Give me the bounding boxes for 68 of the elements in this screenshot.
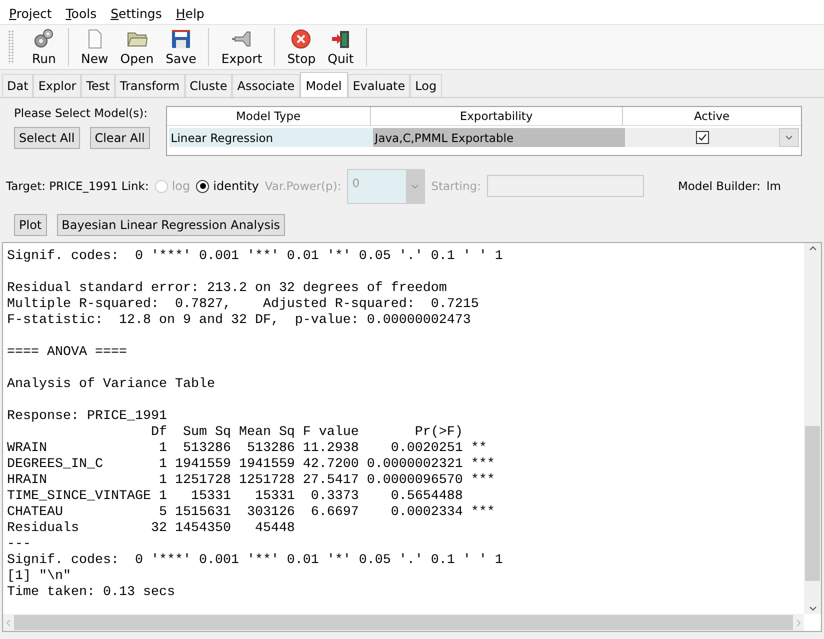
- tab[interactable]: Associate: [232, 74, 300, 97]
- starting-label: Starting:: [431, 179, 481, 193]
- tab[interactable]: Explor: [33, 74, 82, 97]
- output-line: TIME_SINCE_VINTAGE 1 15331 15331 0.3373 0.5654488: [7, 489, 464, 505]
- output-line: Df Sum Sq Mean Sq F value Pr(>F): [150, 425, 464, 441]
- output-line: WRAIN 1 513286 513286 11.2938 0.0020251 **: [7, 441, 488, 457]
- toolbar-button[interactable]: Export: [217, 28, 266, 66]
- output-line: Signif. codes: 0 '***' 0.001 '**' 0.01 '*' 0.05 '.' 0.1 ' ' 1: [7, 249, 504, 265]
- toolbar-button[interactable]: Stop: [283, 28, 320, 66]
- chevron-down-icon: [784, 135, 793, 140]
- tab[interactable]: Evaluate: [348, 74, 410, 97]
- select-button[interactable]: Select All: [14, 127, 80, 149]
- gears-icon: [32, 28, 55, 50]
- exit-door-icon: [330, 28, 352, 50]
- menu-item[interactable]: Project: [4, 6, 57, 21]
- output-line: Residual standard error: 213.2 on 32 degrees of freedom: [7, 281, 448, 297]
- active-checkbox[interactable]: [696, 131, 710, 144]
- output-line: DEGREES_IN_C 1 1941559 1941559 42.7200 0.0000002321 ***: [7, 457, 496, 473]
- toolbar-button[interactable]: Open: [116, 28, 158, 66]
- select-button[interactable]: Clear All: [90, 127, 150, 149]
- toolbar-button[interactable]: New: [76, 28, 112, 66]
- builder-value: lm: [766, 179, 781, 193]
- column-header[interactable]: Model Type: [166, 107, 371, 125]
- tab[interactable]: Test: [81, 74, 115, 97]
- scroll-right-icon[interactable]: [796, 618, 801, 626]
- target-label: Target: PRICE_1991 Link:: [6, 179, 149, 193]
- select-label: Please Select Model(s):: [14, 106, 148, 120]
- action-button[interactable]: Bayesian Linear Regression Analysis: [56, 214, 286, 236]
- tab[interactable]: Model: [300, 72, 348, 97]
- action-button[interactable]: Plot: [14, 214, 47, 236]
- tab[interactable]: Transform: [114, 74, 185, 97]
- output-line: Response: PRICE_1991: [7, 409, 168, 425]
- menu-item[interactable]: Help: [170, 6, 210, 21]
- scroll-down-icon[interactable]: [808, 606, 816, 611]
- column-header[interactable]: Active: [622, 107, 801, 125]
- toolbar-button[interactable]: Quit: [324, 28, 358, 66]
- output-line: Time taken: 0.13 secs: [7, 585, 176, 601]
- output-line: CHATEAU 5 1515631 303126 6.6697 0.0002334 ***: [7, 505, 496, 521]
- toolbar-button[interactable]: Save: [162, 28, 200, 66]
- scroll-left-icon[interactable]: [6, 618, 11, 626]
- link-radio[interactable]: identity: [196, 179, 259, 193]
- output-line: HRAIN 1 1251728 1251728 27.5417 0.0000096570 ***: [7, 473, 496, 489]
- table-cell[interactable]: Java,C,PMML Exportable: [372, 128, 625, 147]
- dropdown-button[interactable]: [778, 128, 799, 147]
- menu-item[interactable]: Tools: [60, 6, 102, 21]
- scroll-up-icon[interactable]: [808, 246, 816, 251]
- table-cell[interactable]: Linear Regression: [168, 128, 373, 147]
- output-line: F-statistic: 12.8 on 9 and 32 DF, p-value: 0.00000002473: [7, 313, 472, 329]
- column-header[interactable]: Exportability: [370, 107, 623, 125]
- output-line: Multiple R-squared: 0.7827, Adjusted R-squared: 0.7215: [7, 297, 480, 313]
- tab[interactable]: Cluste: [184, 74, 232, 97]
- output-line: [1] "\n": [7, 569, 72, 585]
- builder-label: Model Builder:: [678, 179, 760, 193]
- output-line: Signif. codes: 0 '***' 0.001 '**' 0.01 '*' 0.05 '.' 0.1 ' ' 1: [7, 553, 504, 569]
- vertical-scrollbar[interactable]: [804, 243, 821, 614]
- output-line: ---: [7, 537, 32, 553]
- menu-item[interactable]: Settings: [106, 6, 167, 21]
- tab[interactable]: Dat: [2, 74, 34, 97]
- var-power-label: Var.Power(p):: [264, 179, 342, 193]
- toolbar-grip[interactable]: [8, 30, 14, 64]
- toolbar-button[interactable]: Run: [28, 28, 60, 66]
- output-line: Residuals 32 1454350 45448: [7, 521, 296, 537]
- output-line: Analysis of Variance Table: [7, 377, 216, 393]
- horizontal-scrollbar[interactable]: [3, 614, 804, 631]
- chevron-down-icon: [411, 184, 420, 188]
- stop-icon: [290, 28, 312, 50]
- tab[interactable]: Log: [410, 74, 442, 97]
- output-line: ==== ANOVA ====: [7, 345, 128, 361]
